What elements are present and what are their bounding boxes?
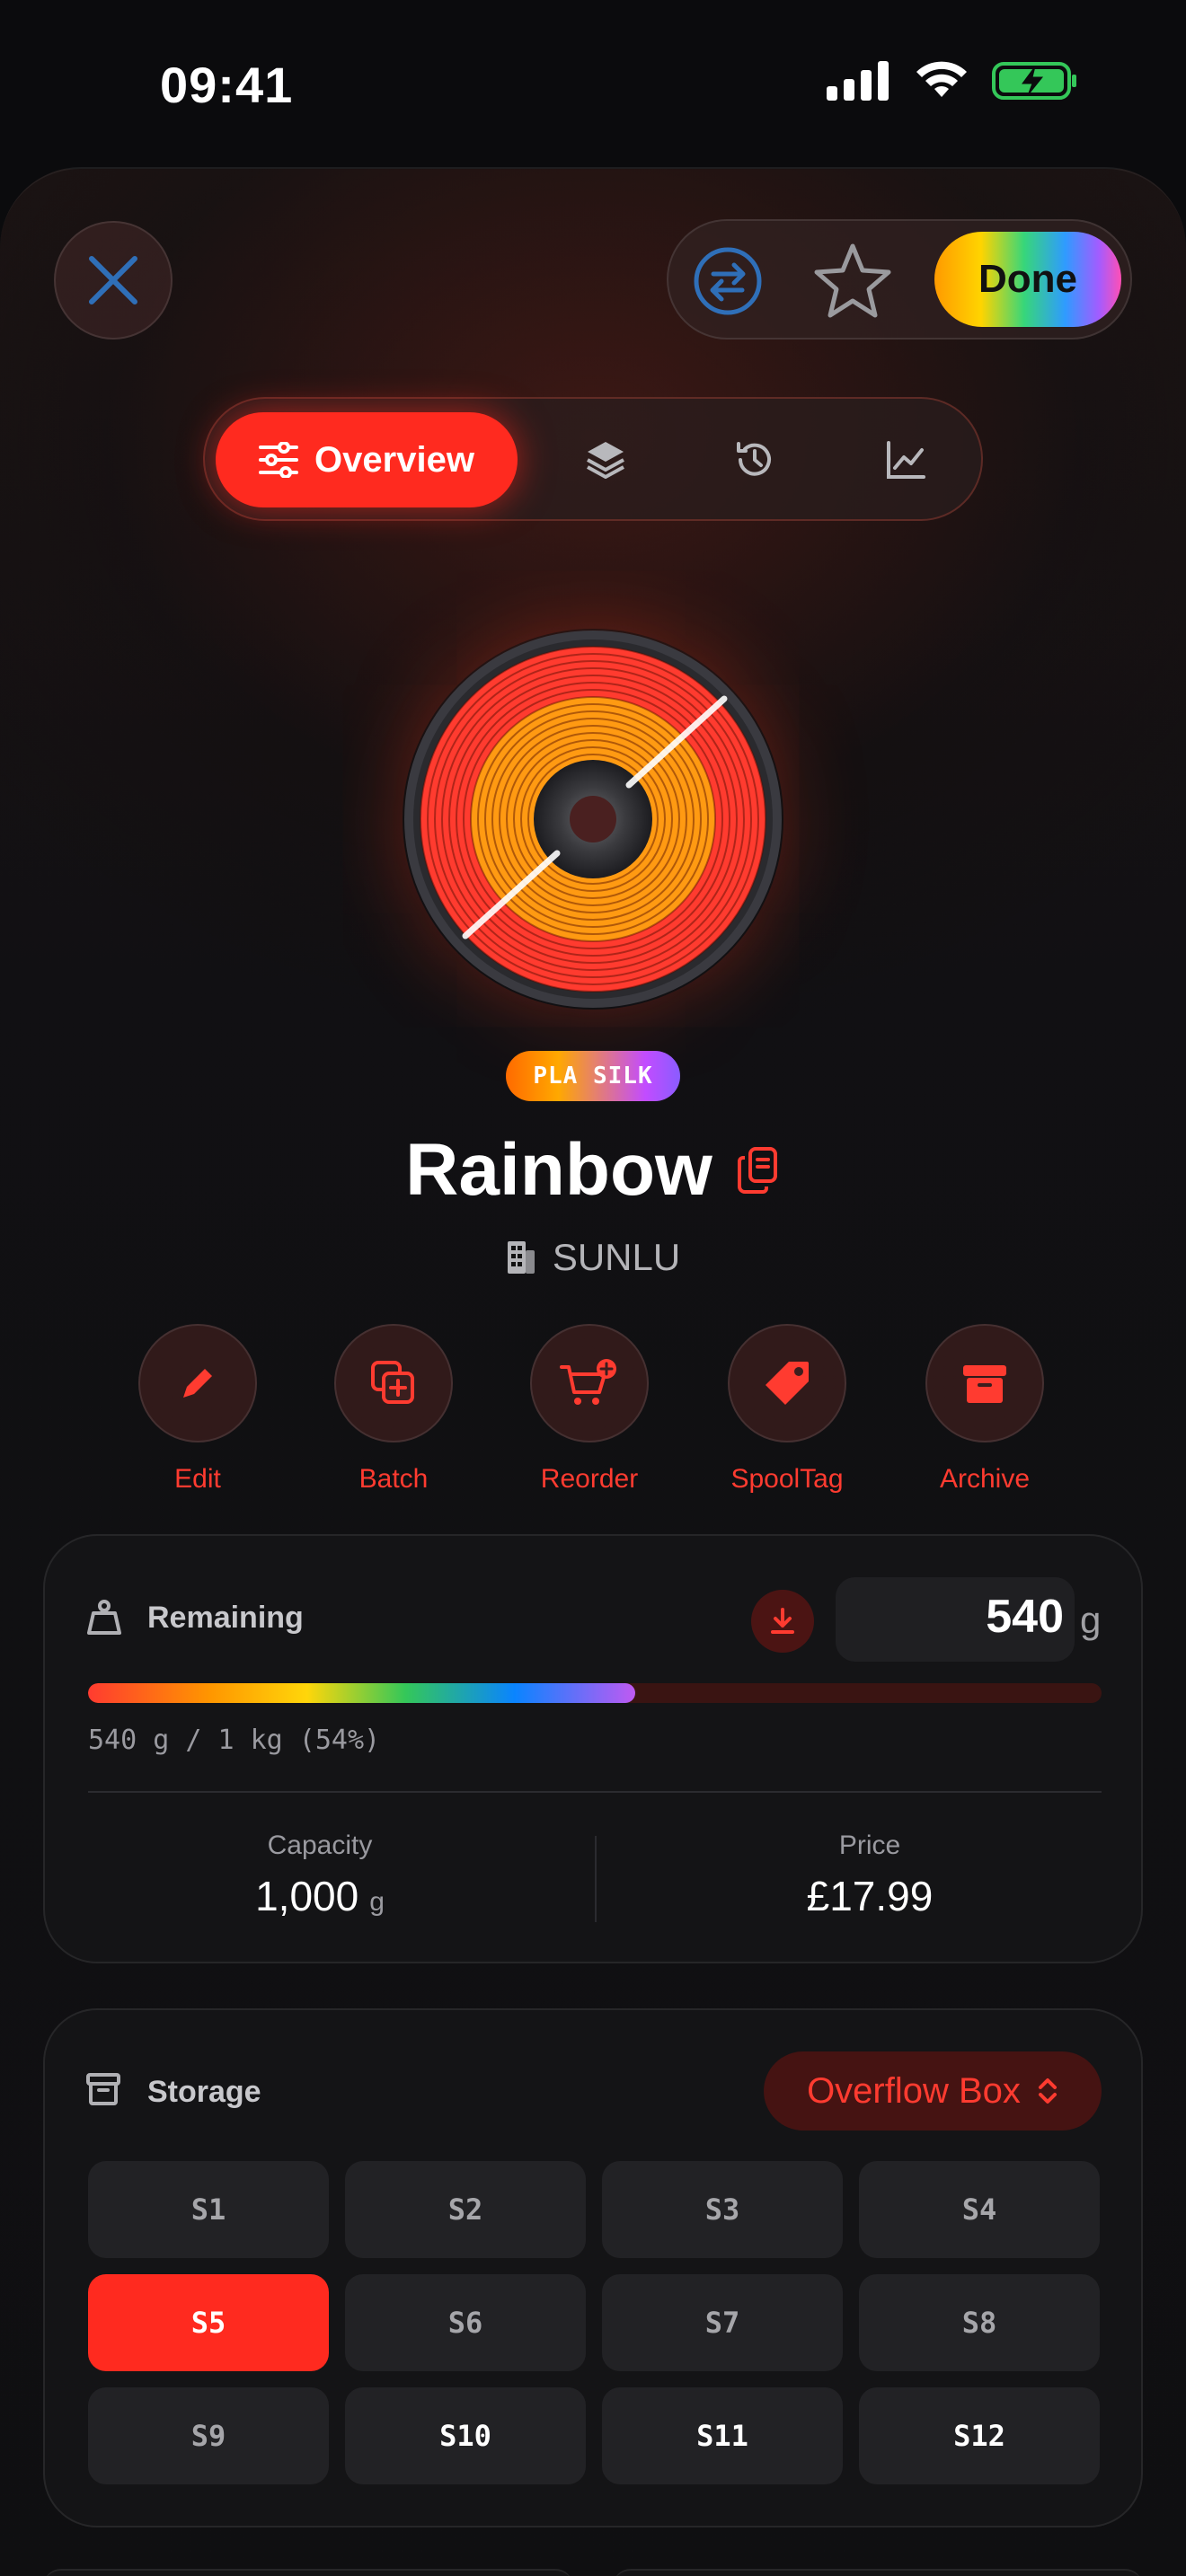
next-card-right (613, 2569, 1143, 2576)
slot-s4[interactable]: S4 (859, 2161, 1100, 2258)
reorder-label: Reorder (540, 1464, 639, 1494)
location-picker[interactable]: Overflow Box (764, 2051, 1102, 2130)
slot-s5[interactable]: S5 (88, 2274, 329, 2371)
capacity-unit: g (369, 1887, 385, 1917)
cart-plus-icon (560, 1359, 616, 1405)
tab-layers[interactable] (566, 420, 645, 499)
tab-bar: Overview (203, 397, 983, 521)
tab-stats[interactable] (866, 420, 945, 499)
download-arrow-icon (771, 1608, 794, 1634)
close-icon (89, 256, 137, 304)
weight-input[interactable]: 540 (836, 1577, 1075, 1662)
slot-s6[interactable]: S6 (345, 2274, 586, 2371)
remaining-label: Remaining (147, 1601, 304, 1635)
archive-box-icon (963, 1365, 1006, 1403)
weight-icon (86, 1599, 122, 1636)
deduct-weight-button[interactable] (751, 1590, 814, 1653)
building-icon (507, 1241, 535, 1274)
material-badge: PLA SILK (506, 1051, 680, 1101)
pencil-icon (183, 1369, 212, 1398)
brand-row: SUNLU (0, 1232, 1186, 1283)
remaining-summary: 540 g / 1 kg (54%) (88, 1725, 381, 1756)
batch-button[interactable]: Batch (331, 1324, 456, 1504)
header-actions: Done (667, 219, 1132, 340)
action-row: Edit Batch Reorder SpoolTag Archive (135, 1324, 1051, 1504)
slot-s1[interactable]: S1 (88, 2161, 329, 2258)
remaining-card: Remaining 540 g 540 g / 1 kg (54%) Capac… (43, 1534, 1143, 1963)
brand-name: SUNLU (552, 1236, 681, 1278)
capacity-stat: Capacity 1,000 g (86, 1831, 553, 1920)
next-card-left (43, 2569, 573, 2576)
weight-unit: g (1080, 1599, 1102, 1641)
cellular-signal-icon (827, 61, 889, 101)
wifi-icon (916, 61, 967, 97)
swap-icon (694, 247, 762, 315)
storage-card: Storage Overflow Box S1 S2 S3 S4 S5 S6 S7 S8 S9 S… (43, 2008, 1143, 2527)
edit-label: Edit (174, 1464, 221, 1494)
status-icons (827, 61, 1078, 101)
status-time: 09:41 (160, 57, 294, 113)
tag-icon (766, 1362, 809, 1405)
star-icon (814, 243, 891, 318)
battery-charging-icon (992, 62, 1076, 100)
slot-s3[interactable]: S3 (602, 2161, 843, 2258)
storage-label: Storage (147, 2075, 261, 2109)
divider (88, 1791, 1102, 1793)
chart-icon (887, 441, 925, 479)
price-label: Price (838, 1831, 901, 1860)
tab-overview[interactable]: Overview (216, 412, 518, 507)
archive-icon (86, 2073, 120, 2105)
slot-s2[interactable]: S2 (345, 2161, 586, 2258)
price-value: £17.99 (806, 1873, 934, 1919)
tab-overview-label: Overview (314, 439, 474, 480)
spooltag-label: SpoolTag (730, 1464, 844, 1494)
capacity-label: Capacity (267, 1831, 373, 1860)
duplicate-plus-icon (371, 1361, 414, 1404)
history-icon (737, 442, 771, 476)
sliders-icon (259, 442, 299, 478)
spooltag-button[interactable]: SpoolTag (724, 1324, 850, 1504)
capacity-value: 1,000 (255, 1873, 359, 1919)
spool-name: Rainbow (405, 1129, 712, 1211)
done-button[interactable]: Done (934, 232, 1121, 327)
batch-label: Batch (358, 1464, 429, 1494)
remaining-progress-track (88, 1683, 1102, 1703)
title-row: Rainbow (0, 1121, 1186, 1220)
slot-s9[interactable]: S9 (88, 2387, 329, 2484)
slot-s7[interactable]: S7 (602, 2274, 843, 2371)
weight-value: 540 (986, 1591, 1064, 1643)
slot-grid: S1 S2 S3 S4 S5 S6 S7 S8 S9 S10 S11 S12 (88, 2161, 1102, 2484)
slot-s8[interactable]: S8 (859, 2274, 1100, 2371)
slot-s12[interactable]: S12 (859, 2387, 1100, 2484)
chevron-up-down-icon (1038, 2078, 1057, 2104)
tab-history[interactable] (715, 420, 794, 499)
swap-button[interactable] (688, 242, 767, 321)
spool-illustration (403, 629, 783, 1010)
slot-s11[interactable]: S11 (602, 2387, 843, 2484)
favorite-button[interactable] (810, 239, 895, 323)
copy-icon[interactable] (736, 1145, 781, 1195)
reorder-button[interactable]: Reorder (527, 1324, 652, 1504)
location-value: Overflow Box (807, 2070, 1021, 2111)
status-bar: 09:41 (0, 0, 1186, 171)
edit-button[interactable]: Edit (135, 1324, 261, 1504)
layers-icon (587, 442, 624, 479)
remaining-progress-fill (88, 1683, 636, 1703)
archive-label: Archive (939, 1464, 1031, 1494)
close-button[interactable] (54, 221, 173, 340)
spool-graphic (404, 631, 782, 1008)
archive-button[interactable]: Archive (922, 1324, 1048, 1504)
slot-s10[interactable]: S10 (345, 2387, 586, 2484)
stat-divider (595, 1836, 597, 1922)
price-stat: Price £17.99 (636, 1831, 1103, 1920)
